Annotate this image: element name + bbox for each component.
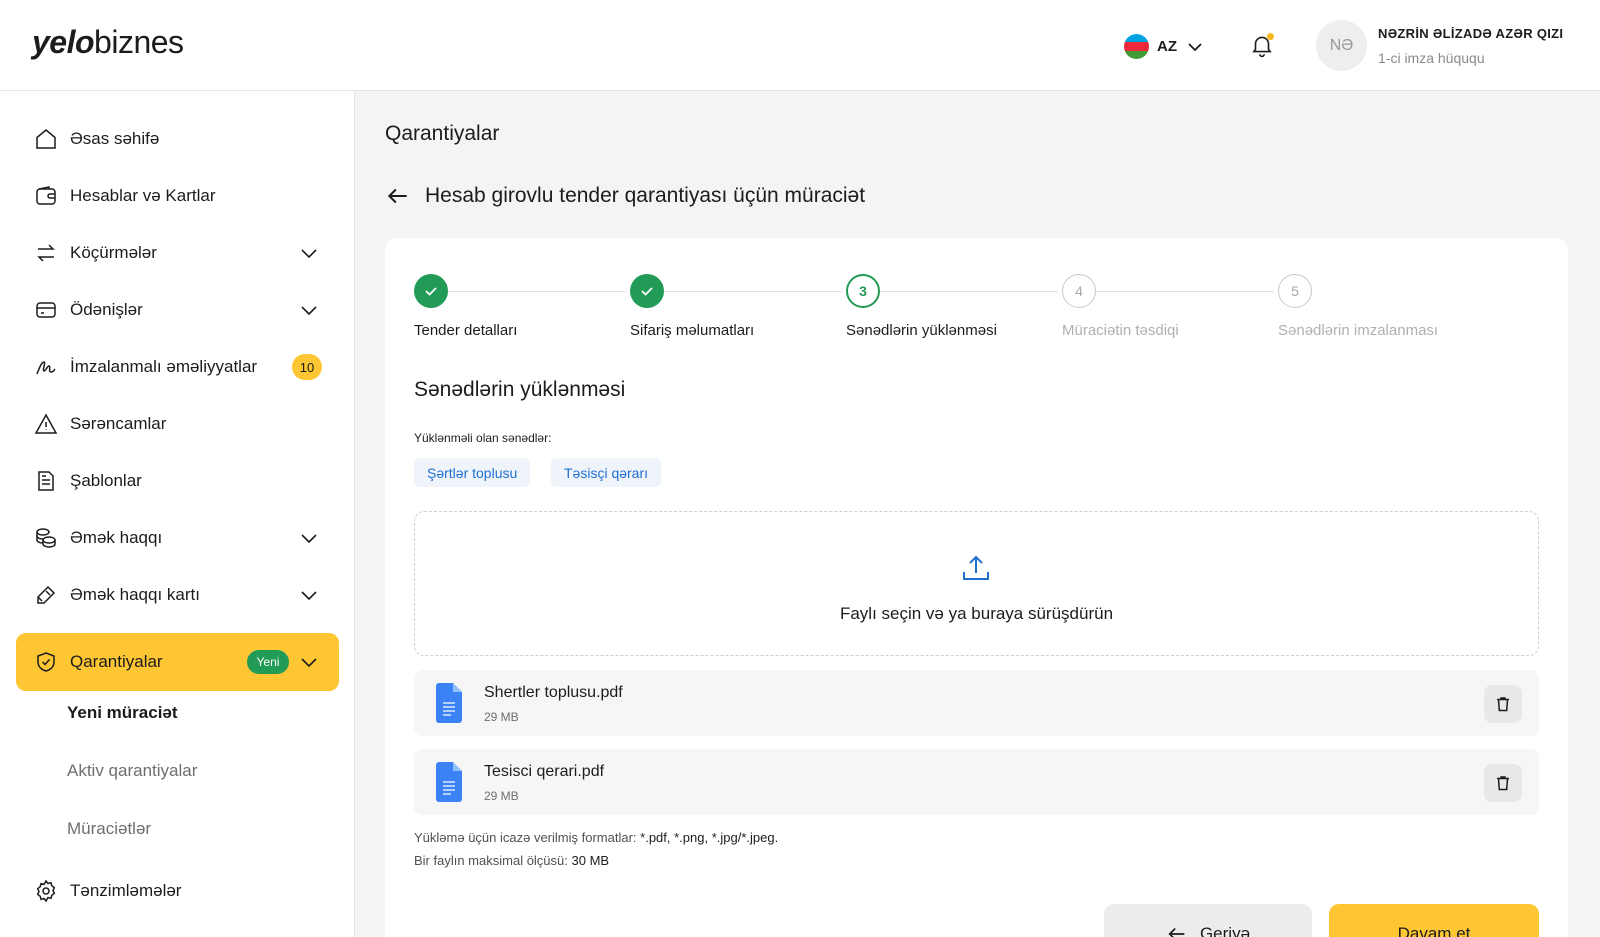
chevron-down-icon — [301, 591, 317, 601]
sidebar-item-accounts[interactable]: Hesablar və Kartlar — [16, 167, 339, 225]
shield-check-icon — [37, 652, 55, 672]
sidebar-subitem-new-application[interactable]: Yeni müraciət — [67, 703, 178, 723]
transfer-icon — [37, 244, 55, 262]
wallet-icon — [36, 186, 56, 205]
step-pending-indicator: 5 — [1278, 274, 1312, 308]
sidebar-item-settings[interactable]: Tənzimləmələr — [16, 862, 339, 920]
uploaded-file-item: Shertler toplusu.pdf 29 MB — [414, 670, 1539, 736]
required-doc-chip: Şərtlər toplusu — [414, 458, 531, 487]
dropzone-text: Faylı seçin və ya buraya sürüşdürün — [839, 604, 1114, 623]
arrow-left-icon — [1168, 927, 1185, 937]
delete-file-button[interactable] — [1484, 764, 1522, 802]
step-done-indicator — [630, 274, 664, 308]
uploaded-file-item: Tesisci qerari.pdf 29 MB — [414, 749, 1539, 815]
check-icon — [425, 287, 437, 296]
sidebar-item-salary-card[interactable]: Əmək haqqı kartı — [16, 566, 339, 624]
file-document-icon — [436, 762, 462, 802]
sidebar-item-guarantees[interactable]: Qarantiyalar Yeni — [16, 633, 339, 691]
sidebar-item-payments[interactable]: Ödənişlər — [16, 281, 339, 339]
delete-file-button[interactable] — [1484, 685, 1522, 723]
sidebar-item-templates[interactable]: Şablonlar — [16, 452, 339, 510]
step-connector — [880, 291, 1058, 292]
coins-icon — [36, 528, 56, 548]
continue-button[interactable]: Davam et — [1329, 904, 1539, 937]
gear-icon — [36, 879, 56, 903]
file-name: Tesisci qerari.pdf — [484, 763, 605, 780]
card-edit-icon — [37, 585, 56, 604]
upload-icon — [963, 555, 989, 580]
new-badge: Yeni — [247, 650, 289, 674]
sidebar-item-home[interactable]: Əsas səhifə — [16, 110, 339, 168]
form-header: Hesab girovlu tender qarantiyası üçün mü… — [385, 183, 865, 209]
sidebar-subitem-active-guarantees[interactable]: Aktiv qarantiyalar — [67, 761, 197, 781]
user-name: NƏZRİN ƏLİZADƏ AZƏR QIZI — [1378, 26, 1564, 41]
trash-icon — [1497, 697, 1509, 712]
step-done-indicator — [414, 274, 448, 308]
yelo-biznes-logo[interactable]: yelobiznes — [32, 24, 184, 61]
file-size: 29 MB — [484, 710, 519, 724]
language-code: AZ — [1157, 38, 1177, 55]
allowed-formats-hint: Yükləmə üçün icazə verilmiş formatlar: *… — [414, 830, 779, 845]
top-header: yelobiznes AZ NƏ NƏZRİN ƏLİZADƏ AZƏR QIZ… — [0, 0, 1600, 91]
file-name: Shertler toplusu.pdf — [484, 684, 623, 701]
home-icon — [36, 129, 56, 149]
azerbaijan-flag-icon — [1124, 34, 1149, 59]
sidebar-item-salary[interactable]: Əmək haqqı — [16, 509, 339, 567]
avatar[interactable]: NƏ — [1316, 20, 1367, 71]
language-selector[interactable]: AZ — [1124, 34, 1205, 59]
form-card: Tender detalları Sifariş məlumatları 3 S… — [385, 238, 1568, 937]
sidebar-subitem-applications[interactable]: Müraciətlər — [67, 819, 151, 839]
trash-icon — [1497, 776, 1509, 791]
chevron-down-icon — [301, 249, 317, 259]
page-title: Qarantiyalar — [385, 122, 500, 145]
form-title: Hesab girovlu tender qarantiyası üçün mü… — [425, 184, 866, 207]
chevron-down-icon — [301, 534, 317, 544]
max-size-hint: Bir faylın maksimal ölçüsü: 30 MB — [414, 853, 610, 868]
step-connector — [664, 291, 842, 292]
file-size: 29 MB — [484, 789, 519, 803]
pending-count-badge: 10 — [292, 354, 322, 380]
check-icon — [641, 287, 653, 296]
file-dropzone[interactable]: Faylı seçin və ya buraya sürüşdürün — [414, 511, 1539, 656]
sidebar-item-pending-signatures[interactable]: İmzalanmalı əməliyyatlar 10 — [16, 338, 339, 396]
step-current-indicator: 3 — [846, 274, 880, 308]
notification-dot — [1267, 33, 1274, 40]
back-button[interactable]: Geriyə — [1104, 904, 1312, 937]
file-document-icon — [436, 683, 462, 723]
chevron-down-icon — [301, 306, 317, 316]
warning-icon — [34, 413, 58, 434]
card-icon — [36, 302, 56, 318]
user-role: 1-ci imza hüququ — [1378, 50, 1485, 66]
sidebar-item-transfers[interactable]: Köçürmələr — [16, 224, 339, 282]
back-arrow-icon[interactable] — [385, 183, 411, 209]
sidebar: Əsas səhifə Hesablar və Kartlar Köçürməl… — [0, 91, 355, 937]
section-title: Sənədlərin yüklənməsi — [414, 378, 626, 401]
required-doc-chip: Təsisçi qərarı — [551, 458, 662, 487]
document-icon — [38, 471, 54, 491]
step-connector — [448, 291, 626, 292]
chevron-down-icon — [301, 658, 317, 668]
chevron-down-icon — [1188, 42, 1202, 51]
required-docs-label: Yüklənməli olan sənədlər: — [414, 431, 552, 445]
signature-icon — [36, 361, 56, 375]
step-connector — [1096, 291, 1274, 292]
notifications-button[interactable] — [1249, 32, 1275, 58]
step-pending-indicator: 4 — [1062, 274, 1096, 308]
sidebar-item-orders[interactable]: Sərəncamlar — [16, 395, 339, 453]
